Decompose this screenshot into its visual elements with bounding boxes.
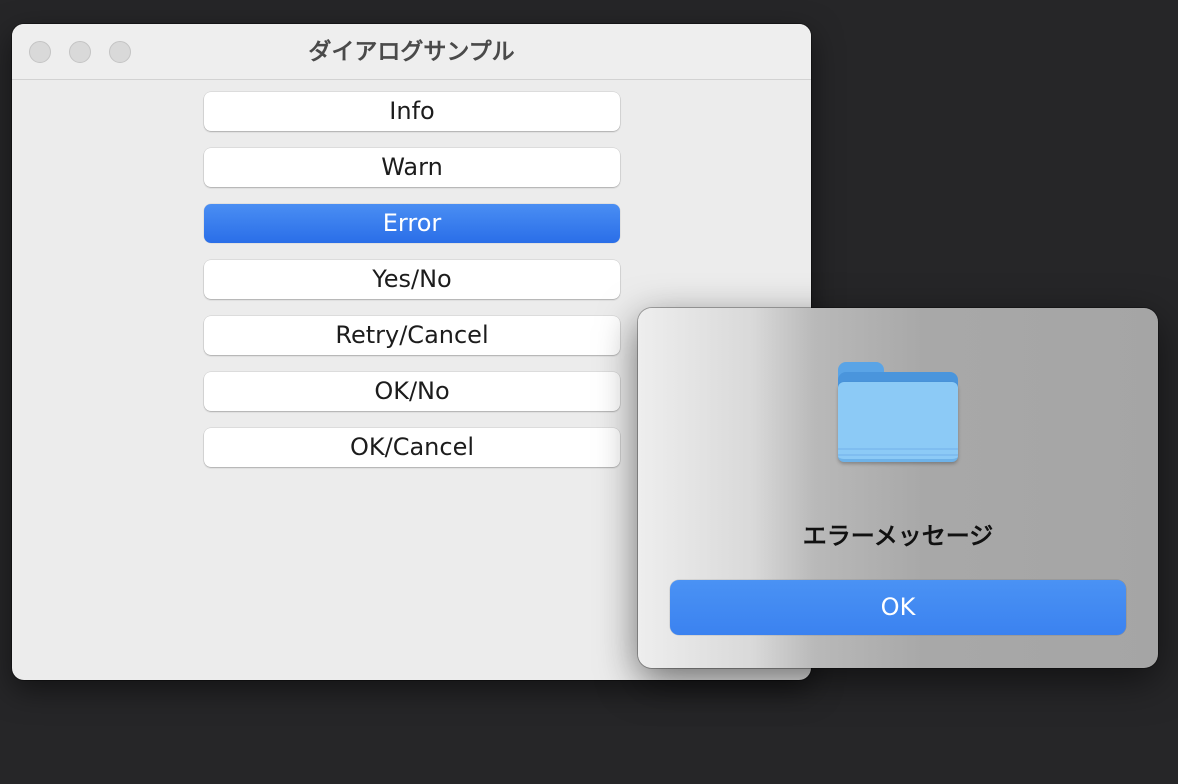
alert-message: エラーメッセージ xyxy=(802,522,994,550)
error-button[interactable]: Error xyxy=(204,204,620,243)
dialog-button-list: Info Warn Error Yes/No Retry/Cancel OK/N… xyxy=(204,92,620,484)
yes-no-button[interactable]: Yes/No xyxy=(204,260,620,299)
retry-cancel-button[interactable]: Retry/Cancel xyxy=(204,316,620,355)
error-alert-dialog: エラーメッセージ OK xyxy=(638,308,1158,668)
info-button[interactable]: Info xyxy=(204,92,620,131)
warn-button[interactable]: Warn xyxy=(204,148,620,187)
title-bar[interactable]: ダイアログサンプル xyxy=(12,24,811,80)
folder-line xyxy=(838,454,958,456)
folder-icon xyxy=(838,362,958,464)
window-title: ダイアログサンプル xyxy=(308,39,515,65)
folder-line xyxy=(838,448,958,450)
ok-cancel-button[interactable]: OK/Cancel xyxy=(204,428,620,467)
folder-front xyxy=(838,382,958,462)
ok-no-button[interactable]: OK/No xyxy=(204,372,620,411)
ok-button[interactable]: OK xyxy=(670,580,1126,635)
